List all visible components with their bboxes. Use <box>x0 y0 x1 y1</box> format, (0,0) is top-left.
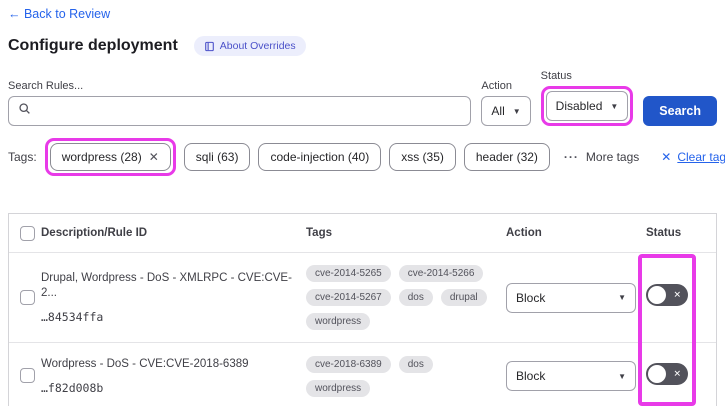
toggle-knob <box>648 286 666 304</box>
col-header-description: Description/Rule ID <box>41 227 148 239</box>
rule-tags: cve-2018-6389 dos wordpress <box>306 355 498 397</box>
col-header-action: Action <box>506 227 542 239</box>
action-select-value: Block <box>516 290 546 305</box>
rule-tag: drupal <box>440 289 487 306</box>
chevron-down-icon: ▼ <box>618 371 626 381</box>
toggle-knob <box>648 364 666 383</box>
action-select-value: Block <box>516 369 546 383</box>
tags-label: Tags: <box>8 150 37 164</box>
tag-filter-xss[interactable]: xss (35) <box>389 143 456 171</box>
status-filter-value: Disabled <box>555 99 603 113</box>
status-toggle[interactable]: ✕ <box>646 284 688 306</box>
status-label: Status <box>540 70 572 82</box>
tag-filter-wordpress[interactable]: wordpress (28) ✕ <box>49 143 171 171</box>
row-checkbox[interactable] <box>20 368 35 384</box>
status-toggle[interactable]: ✕ <box>646 362 688 385</box>
col-header-status: Status <box>646 227 682 239</box>
table-row: Drupal, Wordpress - DoS - XMLRPC - CVE:C… <box>9 252 716 342</box>
action-filter-dropdown[interactable]: All ▼ <box>481 96 531 126</box>
col-header-tags: Tags <box>306 227 332 239</box>
clear-x-icon: ✕ <box>661 150 672 164</box>
search-input[interactable] <box>37 98 462 124</box>
tag-filter-header[interactable]: header (32) <box>463 143 550 171</box>
rule-tag: cve-2014-5265 <box>306 265 391 282</box>
toggle-x-icon: ✕ <box>673 289 681 300</box>
rule-description: Wordpress - DoS - CVE:CVE-2018-6389 <box>41 357 249 370</box>
action-filter-value: All <box>491 104 505 118</box>
row-checkbox[interactable] <box>20 289 35 305</box>
search-box[interactable] <box>8 96 472 126</box>
rule-id: …f82d008b <box>41 381 104 396</box>
remove-tag-icon[interactable]: ✕ <box>149 150 159 164</box>
tag-filter-sqli[interactable]: sqli (63) <box>183 143 251 171</box>
about-overrides-label: About Overrides <box>219 40 296 52</box>
back-to-review-link[interactable]: ← Back to Review <box>8 7 110 21</box>
tag-filter-label: header (32) <box>475 150 538 164</box>
tag-filter-label: sqli (63) <box>195 150 239 164</box>
clear-tags-label: Clear tags <box>677 150 725 164</box>
table-header-row: Description/Rule ID Tags Action Status <box>9 214 716 252</box>
tag-filter-label: wordpress (28) <box>61 150 142 164</box>
rules-table: Description/Rule ID Tags Action Status D… <box>8 213 717 406</box>
rule-tag: cve-2014-5267 <box>306 289 391 306</box>
status-filter-highlight: Disabled ▼ <box>540 86 634 126</box>
tag-filter-label: xss (35) <box>401 150 444 164</box>
table-row: Wordpress - DoS - CVE:CVE-2018-6389 …f82… <box>9 342 716 406</box>
more-tags-label: More tags <box>585 150 640 164</box>
rule-description: Drupal, Wordpress - DoS - XMLRPC - CVE:C… <box>41 272 292 299</box>
rule-tag: wordpress <box>306 379 371 397</box>
rule-tag: dos <box>398 355 433 373</box>
rule-tags: cve-2014-5265 cve-2014-5266 cve-2014-526… <box>306 265 498 330</box>
title-row: Configure deployment About Overrides <box>8 36 717 56</box>
book-icon <box>204 41 215 52</box>
action-select[interactable]: Block ▼ <box>506 282 636 313</box>
more-tags-button[interactable]: ··· More tags <box>564 150 639 164</box>
toggle-x-icon: ✕ <box>673 367 681 378</box>
about-overrides-badge[interactable]: About Overrides <box>193 36 306 56</box>
filter-row: Search Rules... Action All ▼ Status Disa… <box>8 70 717 126</box>
configure-deployment-page: ← Back to Review Configure deployment Ab… <box>0 0 725 406</box>
rule-tag: cve-2018-6389 <box>306 355 391 373</box>
search-icon <box>18 102 31 120</box>
tag-filter-label: code-injection (40) <box>270 150 370 164</box>
action-select[interactable]: Block ▼ <box>506 361 636 391</box>
rule-tag: cve-2014-5266 <box>398 265 484 282</box>
tags-filter-row: Tags: wordpress (28) ✕ sqli (63) code-in… <box>8 138 725 176</box>
rule-tag: wordpress <box>306 313 371 330</box>
selected-tag-highlight: wordpress (28) ✕ <box>44 138 176 176</box>
rule-tag: dos <box>398 289 433 306</box>
action-label: Action <box>481 80 512 92</box>
rule-id: …84534ffa <box>41 309 104 324</box>
chevron-down-icon: ▼ <box>610 101 619 111</box>
tag-filter-code-injection[interactable]: code-injection (40) <box>258 143 382 171</box>
page-title: Configure deployment <box>8 37 178 54</box>
chevron-down-icon: ▼ <box>512 106 521 116</box>
ellipsis-icon: ··· <box>563 150 579 164</box>
search-button[interactable]: Search <box>643 96 717 126</box>
status-filter-dropdown[interactable]: Disabled ▼ <box>545 91 629 121</box>
chevron-down-icon: ▼ <box>618 293 626 302</box>
clear-tags-link[interactable]: ✕ Clear tags <box>661 150 725 164</box>
select-all-checkbox[interactable] <box>20 225 35 241</box>
search-rules-label: Search Rules... <box>8 80 84 92</box>
